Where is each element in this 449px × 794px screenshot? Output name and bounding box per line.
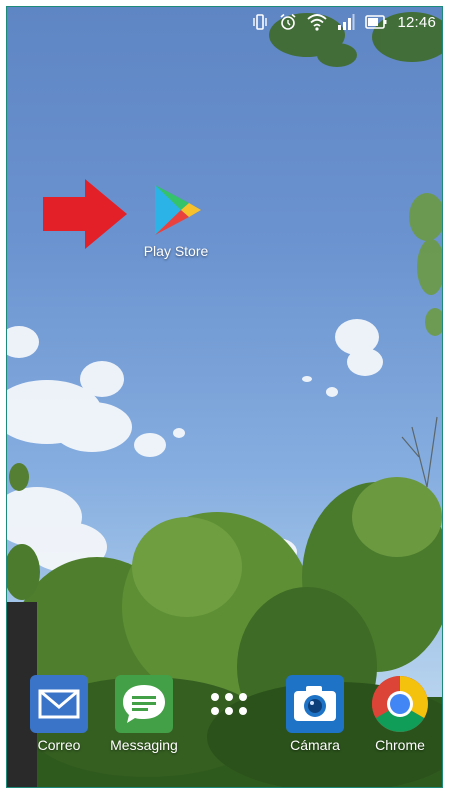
- dock-item-messaging[interactable]: Messaging: [104, 675, 184, 753]
- dock-item-camara[interactable]: Cámara: [275, 675, 355, 753]
- wallpaper-scenery: [7, 12, 442, 787]
- status-bar: 12:46: [7, 7, 442, 37]
- app-drawer-icon: [211, 693, 247, 715]
- vibrate-icon: [251, 13, 269, 31]
- alarm-icon: [279, 13, 297, 31]
- mail-icon: [30, 675, 88, 733]
- messaging-icon: [115, 675, 173, 733]
- phone-screen: 12:46 Play Store Correo Messaging Cámara…: [6, 6, 443, 788]
- camera-icon: [286, 675, 344, 733]
- chrome-icon: [372, 676, 428, 732]
- dock-item-label: Correo: [37, 737, 81, 753]
- red-arrow-icon: [43, 179, 127, 249]
- clock: 12:46: [397, 13, 436, 31]
- play-store-label: Play Store: [143, 243, 209, 259]
- wifi-icon: [307, 13, 328, 31]
- wallpaper: [7, 7, 442, 787]
- status-icons: 12:46: [251, 13, 436, 31]
- dock-item-label: Messaging: [110, 737, 178, 753]
- dock-item-app-drawer[interactable]: [189, 675, 269, 737]
- play-store-app[interactable]: Play Store: [136, 181, 216, 259]
- signal-icon: [337, 13, 355, 31]
- battery-icon: [365, 13, 387, 31]
- dock: Correo Messaging Cámara Chrome: [7, 675, 442, 765]
- dock-item-label: Cámara: [290, 737, 340, 753]
- play-store-icon: [155, 185, 201, 235]
- dock-item-chrome[interactable]: Chrome: [360, 675, 440, 753]
- dock-item-label: Chrome: [375, 737, 425, 753]
- dock-item-correo[interactable]: Correo: [19, 675, 99, 753]
